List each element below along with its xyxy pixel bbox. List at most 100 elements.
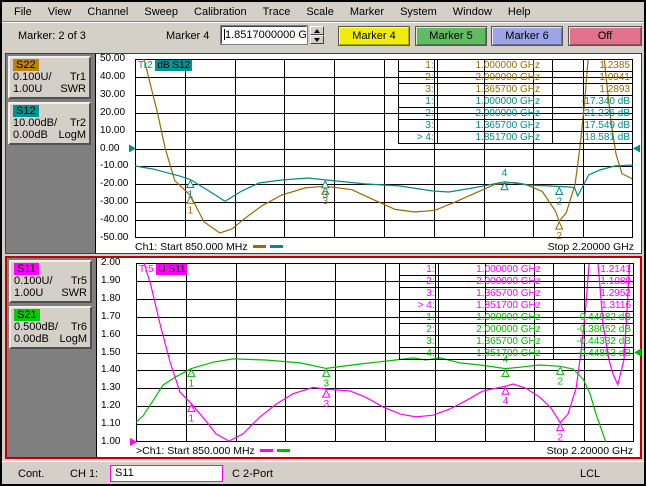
menu-item-file[interactable]: File xyxy=(6,3,40,21)
marker-value-cell: -0.38652 dB xyxy=(553,324,633,336)
marker-4-number: 4 xyxy=(503,396,509,407)
marker-2-number: 2 xyxy=(557,376,563,387)
menu-item-marker[interactable]: Marker xyxy=(342,3,392,21)
marker-readout-table-top: 1:1.000000 GHz1.23852:2.000000 GHz1.0941… xyxy=(398,59,633,144)
marker-id-cell: 3: xyxy=(399,84,438,96)
marker-id-cell: 3: xyxy=(400,336,439,348)
trace-sidebar-bottom: S110.100U/Tr51.00USWRS210.500dB/Tr60.00d… xyxy=(7,258,97,457)
marker-3-number: 3 xyxy=(323,378,329,389)
menu-item-channel[interactable]: Channel xyxy=(79,3,136,21)
marker-toolbar: Marker: 2 of 3 Marker 4 1.8517000000 GHz… xyxy=(2,22,644,50)
marker-id-cell: 2: xyxy=(400,276,439,288)
reference-level-arrow-right-icon xyxy=(633,145,640,153)
marker-readout-row: 3:1.365700 GHz1.2893 xyxy=(399,84,633,96)
marker-2-triangle-icon xyxy=(556,188,563,195)
trace-tr6-s21-logm xyxy=(136,358,608,449)
marker-4-button[interactable]: Marker 4 xyxy=(338,26,410,46)
y-axis-tick-label: 1.60 xyxy=(101,329,120,341)
menu-item-help[interactable]: Help xyxy=(500,3,539,21)
channel-label: CH 1: xyxy=(70,468,98,480)
marker-3-triangle-icon xyxy=(323,390,330,397)
marker-frequency-cell: 1.000000 GHz xyxy=(437,96,552,108)
marker-id-cell: > 4: xyxy=(400,300,439,312)
marker-6-button[interactable]: Marker 6 xyxy=(491,26,563,46)
marker-1-number: 1 xyxy=(189,414,195,425)
marker-frequency-cell: 1.365700 GHz xyxy=(437,120,552,132)
marker-readout-table-bottom: 1:1.000000 GHz1.21412:2.000000 GHz1.1080… xyxy=(399,263,634,360)
trace-param-text: SWR xyxy=(60,83,86,95)
menu-item-scale[interactable]: Scale xyxy=(298,3,342,21)
reference-level-arrow-right-icon xyxy=(634,349,641,357)
trace-title-top: Tr2 dB S12 xyxy=(138,60,192,71)
marker-value-cell: 1.2893 xyxy=(553,84,633,96)
trace-format-badge: dB S12 xyxy=(155,60,192,71)
marker-value-cell: -18.581 dB xyxy=(553,132,633,144)
marker-value-cell: 1.2385 xyxy=(553,60,633,72)
marker-3-number: 3 xyxy=(323,399,329,410)
arrow-down-icon xyxy=(314,38,320,42)
trace-parameter-box-s12[interactable]: S1210.00dB/Tr20.00dBLogM xyxy=(8,102,91,145)
status-bar: Cont. CH 1: S11 C 2-Port LCL xyxy=(2,461,644,486)
y-axis-tick-label: 1.40 xyxy=(101,364,120,376)
marker-frequency-cell: 2.000000 GHz xyxy=(438,276,553,288)
trace-name-label: Tr2 xyxy=(138,60,153,71)
trace-param-text: 1.00U xyxy=(13,83,42,95)
trace-parameter-box-s21[interactable]: S210.500dB/Tr60.00dBLogM xyxy=(9,306,92,349)
trace-param-text: SWR xyxy=(61,287,87,299)
menu-item-sweep[interactable]: Sweep xyxy=(136,3,186,21)
marker-frequency-cell: 1.851700 GHz xyxy=(437,132,552,144)
marker-readout-row: 2:2.000000 GHz1.1080 xyxy=(400,276,634,288)
marker-readout-row: > 4:1.851700 GHz-18.581 dB xyxy=(399,132,633,144)
marker-readout-row: 3:1.365700 GHz-0.44332 dB xyxy=(400,336,634,348)
menu-item-calibration[interactable]: Calibration xyxy=(186,3,255,21)
menu-item-trace[interactable]: Trace xyxy=(255,3,299,21)
marker-readout-row: 1:1.000000 GHz-17.340 dB xyxy=(399,96,633,108)
trace-parameter-box-s11[interactable]: S110.100U/Tr51.00USWR xyxy=(9,260,92,303)
y-axis-tick-label: -40.00 xyxy=(100,214,128,226)
trace-parameter-box-s22[interactable]: S220.100U/Tr11.00USWR xyxy=(8,56,91,99)
frequency-stepper[interactable] xyxy=(310,26,324,44)
trace-param-text: LogM xyxy=(59,333,87,345)
marker-readout-row: 1:1.000000 GHz-0.44982 dB xyxy=(400,312,634,324)
marker4-frequency-value: 1.8517000000 GHz xyxy=(225,29,307,41)
marker-readout-row: 3:1.365700 GHz1.2952 xyxy=(400,288,634,300)
y-axis-tick-label: 1.10 xyxy=(101,418,120,430)
marker-id-cell: > 4: xyxy=(399,132,438,144)
y-axis-tick-label: 20.00 xyxy=(100,107,125,119)
reference-level-arrow-left-icon xyxy=(129,145,136,153)
sweep-range-labels-top: Ch1: Start 850.000 MHz Stop 2.20000 GHz xyxy=(135,241,637,254)
marker-value-cell: -21.236 dB xyxy=(553,108,633,120)
y-axis-tick-label: 1.70 xyxy=(101,311,120,323)
marker-5-button[interactable]: Marker 5 xyxy=(415,26,487,46)
graph-panel-bottom: 2.001.901.801.701.601.501.401.301.201.10… xyxy=(98,258,640,457)
menu-item-system[interactable]: System xyxy=(392,3,445,21)
trace-param-text: 1.00U xyxy=(14,287,43,299)
marker-1-number: 1 xyxy=(188,205,194,216)
marker-id-cell: 4: xyxy=(400,348,439,360)
measurement-badge: S22 xyxy=(13,59,39,71)
trace-param-text: Tr6 xyxy=(71,321,87,333)
menu-item-window[interactable]: Window xyxy=(445,3,500,21)
menu-item-view[interactable]: View xyxy=(40,3,80,21)
marker-status-text: Marker: 2 of 3 xyxy=(18,30,86,42)
marker-readout-row: 1:1.000000 GHz1.2141 xyxy=(400,264,634,276)
off-button[interactable]: Off xyxy=(568,26,642,46)
marker4-field-label: Marker 4 xyxy=(166,30,209,42)
marker4-frequency-input[interactable]: 1.8517000000 GHz xyxy=(221,26,307,44)
trace-name-label: Tr5 xyxy=(139,264,154,275)
start-frequency-label: Ch1: Start 850.000 MHz xyxy=(135,241,248,253)
marker-4-number: 4 xyxy=(502,168,508,179)
stepper-up-button[interactable] xyxy=(310,26,324,35)
y-axis-tick-label: 1.80 xyxy=(101,293,120,305)
y-axis-tick-label: 40.00 xyxy=(100,71,125,83)
marker-value-cell: 1.1080 xyxy=(553,276,633,288)
marker-id-cell: 1: xyxy=(400,312,439,324)
stop-frequency-label: Stop 2.20000 GHz xyxy=(547,445,633,457)
marker-3-number: 3 xyxy=(322,190,328,201)
marker-readout-row: 3:1.365700 GHz-17.549 dB xyxy=(399,120,633,132)
sweep-mode-status: Cont. xyxy=(18,468,44,480)
stepper-down-button[interactable] xyxy=(310,35,324,44)
y-axis-tick-label: 1.90 xyxy=(101,275,120,287)
trace-param-text: Tr1 xyxy=(70,71,86,83)
trace-param-text: Tr5 xyxy=(71,275,87,287)
